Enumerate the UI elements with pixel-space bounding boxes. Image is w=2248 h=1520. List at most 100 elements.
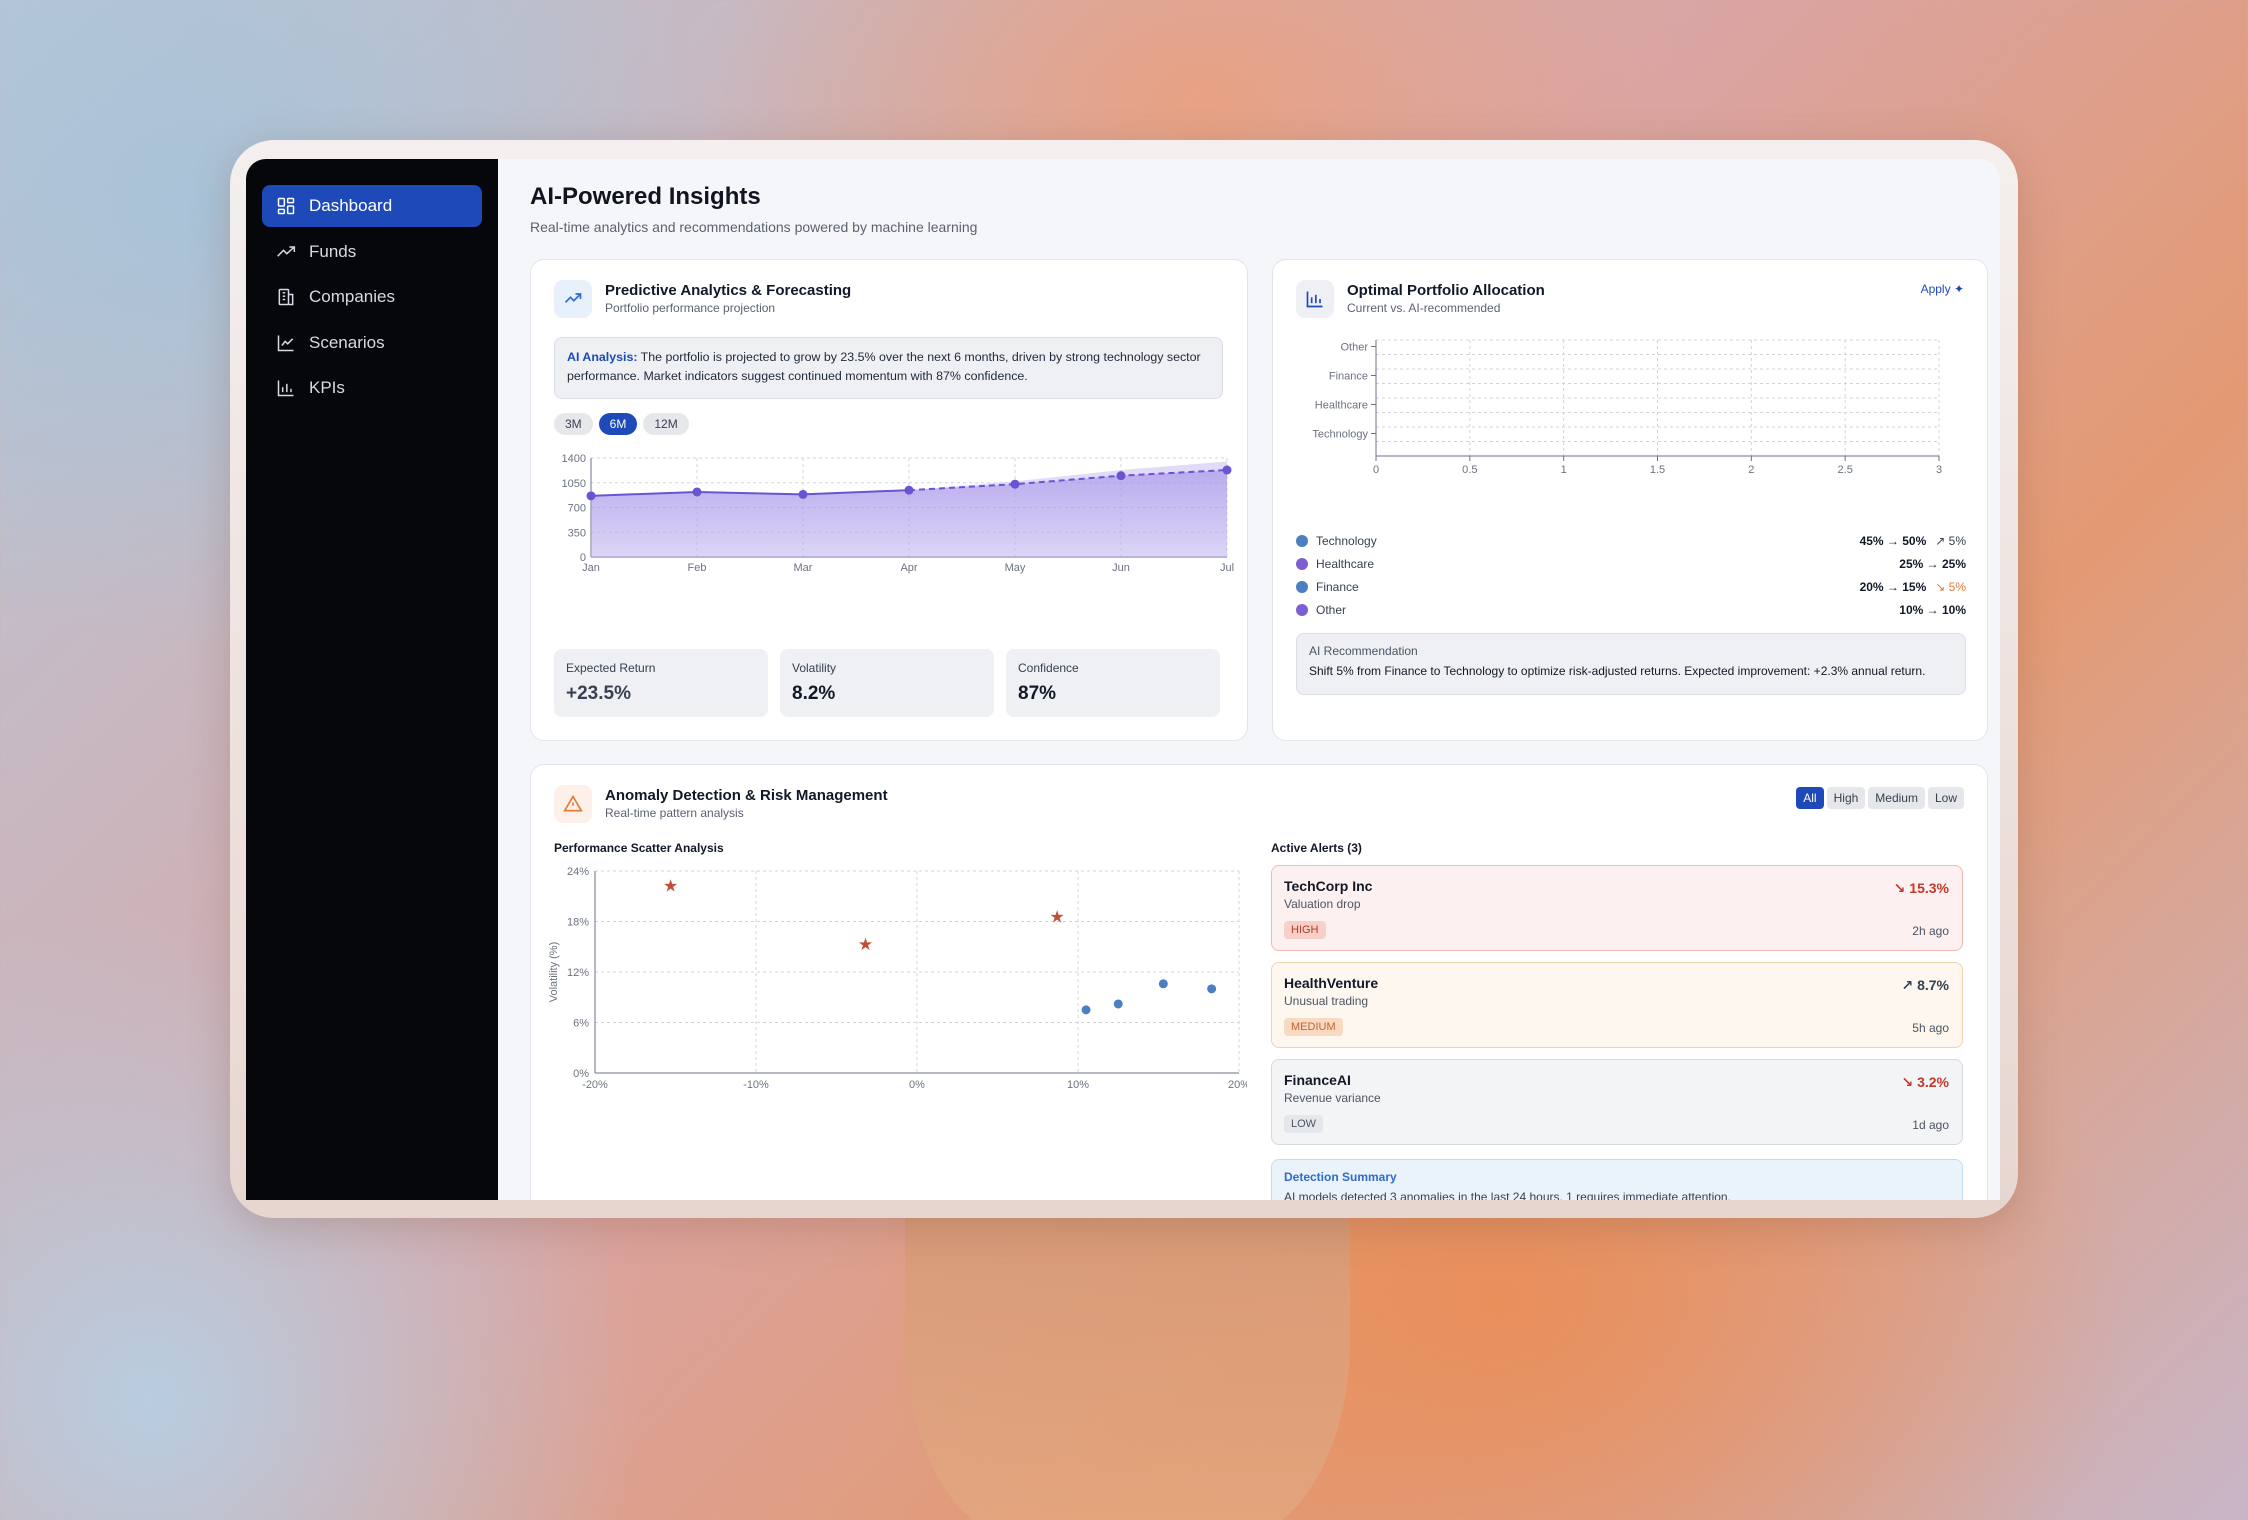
allocation-row-right: 25% → 25% xyxy=(1899,557,1966,571)
allocation-chart: 0 0.5 1 1.5 2 2.5 3 Technology Healthcare Finance… xyxy=(1312,339,1942,476)
allocation-change: ↘ 5% xyxy=(1935,579,1966,594)
stat-value: +23.5% xyxy=(566,683,631,704)
page-subtitle: Real-time analytics and recommendations … xyxy=(530,219,978,235)
severity-badge: HIGH xyxy=(1284,921,1326,939)
y-tick-label: 1400 xyxy=(562,453,586,465)
sidebar-item-companies[interactable]: Companies xyxy=(262,276,482,318)
allocation-name: Other xyxy=(1316,602,1347,617)
y-tick-label: Other xyxy=(1340,342,1368,354)
anomaly-card: Anomaly Detection & Risk Management Real… xyxy=(530,764,1988,1200)
range-12m-button[interactable]: 12M xyxy=(643,413,689,435)
alert-name: FinanceAI xyxy=(1284,1072,1351,1088)
stat-label: Volatility xyxy=(792,661,837,675)
trend-up-icon xyxy=(277,245,296,257)
allocation-row-right: 45% → 50% ↗ 5% xyxy=(1860,534,1966,548)
alert-description: Unusual trading xyxy=(1284,994,1369,1008)
x-tick-label: Feb xyxy=(688,562,707,574)
y-tick-label: Healthcare xyxy=(1315,400,1368,412)
sidebar-item-label: Scenarios xyxy=(309,332,385,352)
x-tick-label: 3 xyxy=(1936,464,1942,476)
y-tick-label: 350 xyxy=(568,527,586,539)
recommendation-label: AI Recommendation xyxy=(1309,644,1418,658)
data-point xyxy=(1222,465,1232,475)
x-tick-label: 1 xyxy=(1561,464,1567,476)
allocation-row-right: 20% → 15% ↘ 5% xyxy=(1860,580,1966,594)
y-tick-label: Finance xyxy=(1329,371,1368,383)
alert-name: TechCorp Inc xyxy=(1284,878,1373,894)
x-tick-label: 0% xyxy=(909,1079,925,1091)
allocation-value: 10% → 10% xyxy=(1899,602,1966,617)
alert-time: 1d ago xyxy=(1912,1118,1949,1132)
recommendation-text: Shift 5% from Finance to Technology to o… xyxy=(1309,664,1926,678)
allocation-value: 45% → 50% xyxy=(1859,533,1927,548)
card-subtitle: Current vs. AI-recommended xyxy=(1347,301,1501,315)
filter-medium-button[interactable]: Medium xyxy=(1868,787,1925,809)
anomaly-star-marker: ★ xyxy=(1049,907,1064,927)
severity-badge: LOW xyxy=(1284,1115,1324,1133)
x-tick-label: May xyxy=(1005,562,1026,574)
data-point xyxy=(692,487,702,497)
y-tick-label: 700 xyxy=(568,503,586,515)
sidebar-item-funds[interactable]: Funds xyxy=(262,231,482,273)
alert-card-medium[interactable]: HealthVenture Unusual trading MEDIUM ↗ 8… xyxy=(1271,962,1963,1048)
allocation-card: Optimal Portfolio Allocation Current vs.… xyxy=(1272,259,1988,741)
allocation-row: Healthcare 25% → 25% xyxy=(1296,552,1966,575)
sidebar-item-label: Funds xyxy=(309,241,357,261)
ai-analysis-box: AI Analysis: The portfolio is projected … xyxy=(554,337,1223,399)
y-tick-label: 12% xyxy=(567,967,589,979)
sidebar-item-dashboard[interactable]: Dashboard xyxy=(262,185,482,227)
building-icon xyxy=(278,288,294,306)
data-point xyxy=(586,491,596,501)
x-tick-label: Apr xyxy=(900,562,917,574)
summary-title: Detection Summary xyxy=(1284,1170,1397,1184)
filter-high-button[interactable]: High xyxy=(1826,787,1866,809)
allocation-value: 25% → 25% xyxy=(1899,556,1966,571)
allocation-value: 20% → 15% xyxy=(1859,579,1927,594)
bar-chart-icon xyxy=(1296,280,1334,318)
data-point xyxy=(1010,479,1020,489)
y-tick-label: 24% xyxy=(567,866,589,878)
x-tick-label: 2 xyxy=(1748,464,1754,476)
severity-filter: All High Medium Low xyxy=(1793,787,1964,809)
anomaly-star-marker: ★ xyxy=(663,876,678,896)
y-tick-label: 18% xyxy=(567,917,589,929)
sidebar-item-scenarios[interactable]: Scenarios xyxy=(262,322,482,364)
y-tick-label: 6% xyxy=(573,1018,589,1030)
scatter-chart: -20% -10% 0% 10% 20% 0% 6% 12% 18% 24% Volatility … xyxy=(548,866,1247,1091)
sidebar-item-kpis[interactable]: KPIs xyxy=(262,367,482,409)
stat-expected-return: Expected Return +23.5% xyxy=(554,649,768,717)
alert-card-low[interactable]: FinanceAI Revenue variance LOW ↘ 3.2% 1d… xyxy=(1271,1059,1963,1145)
severity-badge: MEDIUM xyxy=(1284,1018,1343,1036)
allocation-card-header: Optimal Portfolio Allocation Current vs.… xyxy=(1296,280,1545,318)
apply-button[interactable]: Apply ✦ xyxy=(1921,282,1964,296)
allocation-name: Technology xyxy=(1316,533,1377,548)
x-tick-label: Jun xyxy=(1112,562,1130,574)
legend-dot xyxy=(1296,580,1308,593)
allocation-row-left: Healthcare xyxy=(1296,557,1374,571)
alert-time: 2h ago xyxy=(1912,924,1949,938)
allocation-change: ↗ 5% xyxy=(1935,533,1966,548)
filter-all-button[interactable]: All xyxy=(1796,787,1824,809)
stat-label: Expected Return xyxy=(566,661,656,675)
alert-description: Valuation drop xyxy=(1284,897,1361,911)
alerts-title: Active Alerts (3) xyxy=(1271,841,1362,855)
ai-analysis-text: The portfolio is projected to grow by 23… xyxy=(567,350,1201,383)
page-title: AI-Powered Insights xyxy=(530,183,761,210)
x-tick-label: 2.5 xyxy=(1838,464,1853,476)
data-point xyxy=(1116,471,1126,481)
x-tick-label: 0.5 xyxy=(1462,464,1477,476)
legend-dot xyxy=(1296,557,1308,570)
allocation-row: Finance 20% → 15% ↘ 5% xyxy=(1296,575,1966,598)
allocation-name: Healthcare xyxy=(1316,556,1375,571)
alert-card-high[interactable]: TechCorp Inc Valuation drop HIGH ↘ 15.3%… xyxy=(1271,865,1963,951)
allocation-row: Technology 45% → 50% ↗ 5% xyxy=(1296,529,1966,552)
range-6m-button[interactable]: 6M xyxy=(598,413,638,435)
sidebar-item-label: Dashboard xyxy=(309,196,393,215)
filter-low-button[interactable]: Low xyxy=(1927,787,1964,809)
range-3m-button[interactable]: 3M xyxy=(554,413,593,435)
data-point xyxy=(798,489,808,499)
anomaly-star-marker: ★ xyxy=(858,935,873,955)
card-subtitle: Real-time pattern analysis xyxy=(605,806,744,820)
app-window: Dashboard Funds Companies Scenarios KPIs… xyxy=(246,159,2000,1200)
apply-label: Apply xyxy=(1920,282,1951,296)
